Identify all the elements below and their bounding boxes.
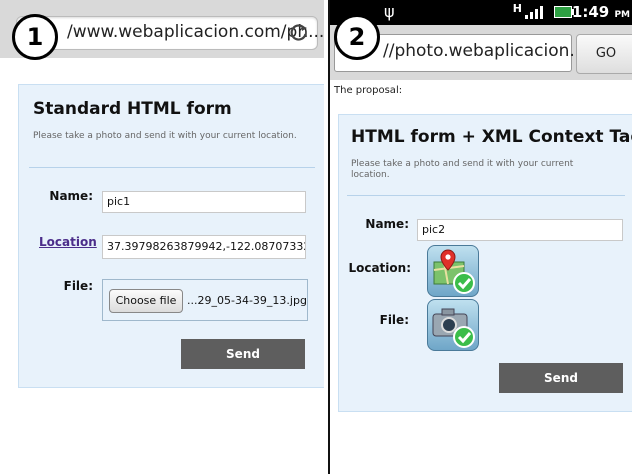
right-form-title: HTML form + XML Context Tags — [351, 127, 632, 147]
left-form-card: Standard HTML form Please take a photo a… — [18, 84, 324, 388]
refresh-icon[interactable] — [289, 22, 309, 42]
camera-check-icon — [432, 308, 475, 348]
right-name-input[interactable]: pic2 — [417, 219, 623, 241]
left-form-title: Standard HTML form — [33, 99, 232, 119]
proposal-label: The proposal: — [334, 85, 403, 96]
left-separator — [29, 167, 315, 168]
right-name-label: Name: — [365, 217, 409, 231]
right-separator — [347, 195, 625, 196]
usb-icon: ψ — [384, 2, 395, 21]
right-location-label: Location: — [348, 261, 411, 275]
camera-context-icon[interactable] — [427, 299, 479, 351]
left-name-input[interactable]: pic1 — [102, 191, 306, 213]
left-send-button[interactable]: Send — [181, 339, 305, 369]
left-location-link[interactable]: Location — [39, 235, 97, 249]
left-url-text: /www.webaplicacion.com/ph... — [67, 22, 325, 42]
status-time: 1:49 PM — [571, 3, 630, 21]
left-form-description: Please take a photo and send it with you… — [33, 131, 297, 141]
hspa-icon: H — [512, 2, 522, 15]
right-file-label: File: — [379, 313, 409, 327]
left-location-input[interactable]: 37.39798263879942,-122.087073326 — [102, 235, 306, 259]
location-context-icon[interactable] — [427, 245, 479, 297]
right-send-button[interactable]: Send — [499, 363, 623, 393]
map-pin-check-icon — [433, 249, 475, 294]
status-bar: ψ H 1:49 PM — [330, 0, 632, 25]
choose-file-button[interactable]: Choose file — [109, 289, 183, 313]
right-form-card: HTML form + XML Context Tags Please take… — [338, 114, 632, 412]
left-file-label: File: — [63, 279, 93, 293]
left-url-box[interactable]: /www.webaplicacion.com/ph... — [16, 16, 324, 50]
step-badge-2: 2 — [334, 14, 380, 60]
signal-icon — [525, 6, 543, 19]
left-page-content: Standard HTML form Please take a photo a… — [0, 58, 324, 474]
right-browser-panel: ψ H 1:49 PM //photo.webaplicacion. GO Th… — [328, 0, 632, 474]
step-badge-1: 1 — [12, 14, 58, 60]
left-file-input[interactable]: Choose file ...29_05-34-39_13.jpg — [102, 279, 308, 321]
left-browser-panel: /www.webaplicacion.com/ph... Standard HT… — [0, 0, 326, 474]
left-file-name: ...29_05-34-39_13.jpg — [187, 294, 307, 307]
left-name-label: Name: — [49, 189, 93, 203]
go-button[interactable]: GO — [576, 34, 632, 74]
right-form-description: Please take a photo and send it with you… — [351, 159, 574, 180]
right-url-text: //photo.webaplicacion. — [383, 41, 575, 61]
right-page-content: The proposal: HTML form + XML Context Ta… — [330, 80, 632, 474]
